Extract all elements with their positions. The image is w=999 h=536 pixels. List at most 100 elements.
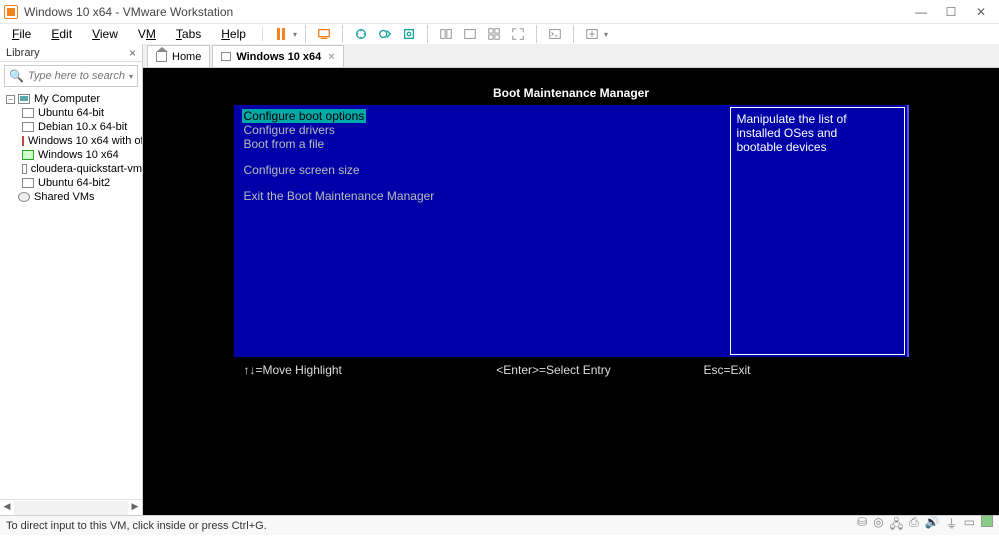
- close-button[interactable]: ✕: [975, 5, 987, 19]
- bios-option-boot[interactable]: Configure boot options: [242, 109, 367, 123]
- window-title: Windows 10 x64 - VMware Workstation: [24, 5, 915, 19]
- search-icon: 🔍: [9, 69, 24, 83]
- vm-icon: [22, 108, 34, 118]
- vm-console[interactable]: Boot Maintenance Manager Configure boot …: [143, 68, 999, 515]
- library-search[interactable]: 🔍 ▾: [4, 65, 138, 87]
- tree-label: cloudera-quickstart-vm: [31, 163, 142, 175]
- library-title: Library: [6, 47, 40, 59]
- minimize-button[interactable]: —: [915, 5, 927, 19]
- bios-hint-select: <Enter>=Select Entry: [444, 363, 664, 377]
- bios-option-file[interactable]: Boot from a file: [242, 137, 720, 151]
- collapse-icon[interactable]: −: [6, 95, 15, 104]
- vm-running-icon: [22, 150, 34, 160]
- status-bar: To direct input to this VM, click inside…: [0, 515, 999, 535]
- snapshot-manager-button[interactable]: [375, 24, 395, 44]
- bios-hint-move: ↑↓=Move Highlight: [244, 363, 444, 377]
- tree-label: Ubuntu 64-bit: [38, 107, 104, 119]
- menu-vm[interactable]: VM: [130, 27, 164, 41]
- title-bar: Windows 10 x64 - VMware Workstation — ☐ …: [0, 0, 999, 24]
- pause-button[interactable]: [271, 24, 291, 44]
- separator: [342, 25, 343, 43]
- console-button[interactable]: [545, 24, 565, 44]
- view-unity-button[interactable]: [460, 24, 480, 44]
- tree-shared-vms[interactable]: Shared VMs: [0, 190, 142, 204]
- sound-icon[interactable]: 🔊: [925, 515, 940, 536]
- separator: [573, 25, 574, 43]
- menu-tabs[interactable]: Tabs: [168, 27, 209, 41]
- maximize-button[interactable]: ☐: [945, 5, 957, 19]
- search-input[interactable]: [28, 70, 125, 82]
- hdd-icon[interactable]: ⛁: [857, 515, 867, 536]
- menu-bar: File Edit View VM Tabs Help ▾ ▾: [0, 24, 999, 44]
- view-fullscreen-button[interactable]: [508, 24, 528, 44]
- library-header: Library ×: [0, 44, 142, 62]
- menu-edit[interactable]: Edit: [43, 27, 80, 41]
- bios-screen: Boot Maintenance Manager Configure boot …: [234, 86, 909, 377]
- bios-menu: Configure boot options Configure drivers…: [234, 105, 728, 357]
- shared-icon: [18, 192, 30, 202]
- revert-button[interactable]: [399, 24, 419, 44]
- status-hint: To direct input to this VM, click inside…: [6, 520, 267, 532]
- app-icon: [4, 5, 18, 19]
- tab-close-button[interactable]: ×: [328, 51, 334, 63]
- bios-option-drivers[interactable]: Configure drivers: [242, 123, 720, 137]
- search-dropdown-icon[interactable]: ▾: [129, 72, 133, 81]
- view-single-button[interactable]: [436, 24, 456, 44]
- vm-icon: [22, 122, 34, 132]
- vm-icon: [22, 136, 24, 146]
- snapshot-button[interactable]: [351, 24, 371, 44]
- dropdown-caret-icon[interactable]: ▾: [604, 30, 608, 39]
- bios-help-panel: Manipulate the list of installed OSes an…: [730, 107, 905, 355]
- printer-icon[interactable]: ⎙: [909, 515, 919, 536]
- tree-label: Shared VMs: [34, 191, 95, 203]
- tab-label: Windows 10 x64: [236, 51, 321, 63]
- usb-icon[interactable]: ⏚: [946, 515, 958, 536]
- computer-icon: [18, 94, 30, 104]
- horizontal-scrollbar[interactable]: ◀ ▶: [0, 499, 142, 515]
- tree-label: My Computer: [34, 93, 100, 105]
- bios-option-exit[interactable]: Exit the Boot Maintenance Manager: [242, 189, 720, 203]
- close-library-button[interactable]: ×: [129, 46, 136, 60]
- separator: [536, 25, 537, 43]
- vm-icon: [221, 52, 231, 61]
- scroll-track[interactable]: [14, 501, 128, 515]
- scroll-right-icon[interactable]: ▶: [128, 501, 142, 515]
- menu-file[interactable]: File: [4, 27, 39, 41]
- dropdown-caret-icon[interactable]: ▾: [293, 30, 297, 39]
- separator: [305, 25, 306, 43]
- tree-item-vm[interactable]: Ubuntu 64-bit: [0, 106, 142, 120]
- stretch-button[interactable]: [582, 24, 602, 44]
- message-icon[interactable]: [981, 515, 993, 527]
- scroll-left-icon[interactable]: ◀: [0, 501, 14, 515]
- cd-icon[interactable]: ◎: [873, 515, 883, 536]
- display-icon[interactable]: ▭: [964, 515, 975, 536]
- tree-item-vm[interactable]: Debian 10.x 64-bit: [0, 120, 142, 134]
- tree-label: Debian 10.x 64-bit: [38, 121, 127, 133]
- tree-label: Windows 10 x64: [38, 149, 119, 161]
- tree-item-vm[interactable]: Windows 10 x64: [0, 148, 142, 162]
- bios-option-screen[interactable]: Configure screen size: [242, 163, 720, 177]
- network-icon[interactable]: 🖧: [890, 515, 903, 536]
- menu-help[interactable]: Help: [213, 27, 254, 41]
- tree-item-vm[interactable]: Windows 10 x64 with of: [0, 134, 142, 148]
- bios-title: Boot Maintenance Manager: [234, 86, 909, 105]
- bios-footer: ↑↓=Move Highlight <Enter>=Select Entry E…: [234, 357, 909, 377]
- menu-view[interactable]: View: [84, 27, 126, 41]
- bios-help-line: bootable devices: [737, 140, 898, 154]
- tree-root-mycomputer[interactable]: − My Computer: [0, 92, 142, 106]
- view-thumbnails-button[interactable]: [484, 24, 504, 44]
- tab-home[interactable]: Home: [147, 45, 210, 67]
- tree-item-vm[interactable]: Ubuntu 64-bit2: [0, 176, 142, 190]
- tree-label: Ubuntu 64-bit2: [38, 177, 110, 189]
- tab-label: Home: [172, 51, 201, 63]
- bios-hint-esc: Esc=Exit: [664, 363, 899, 377]
- device-tray: ⛁ ◎ 🖧 ⎙ 🔊 ⏚ ▭: [857, 515, 993, 536]
- tree-label: Windows 10 x64 with of: [28, 135, 142, 147]
- library-sidebar: Library × 🔍 ▾ − My Computer Ubuntu 64-bi…: [0, 44, 143, 515]
- send-ctrl-alt-del-button[interactable]: [314, 24, 334, 44]
- tab-win10x64[interactable]: Windows 10 x64 ×: [212, 45, 343, 67]
- separator: [427, 25, 428, 43]
- tree-item-vm[interactable]: cloudera-quickstart-vm: [0, 162, 142, 176]
- library-tree: − My Computer Ubuntu 64-bit Debian 10.x …: [0, 90, 142, 499]
- tab-strip: Home Windows 10 x64 ×: [143, 44, 999, 68]
